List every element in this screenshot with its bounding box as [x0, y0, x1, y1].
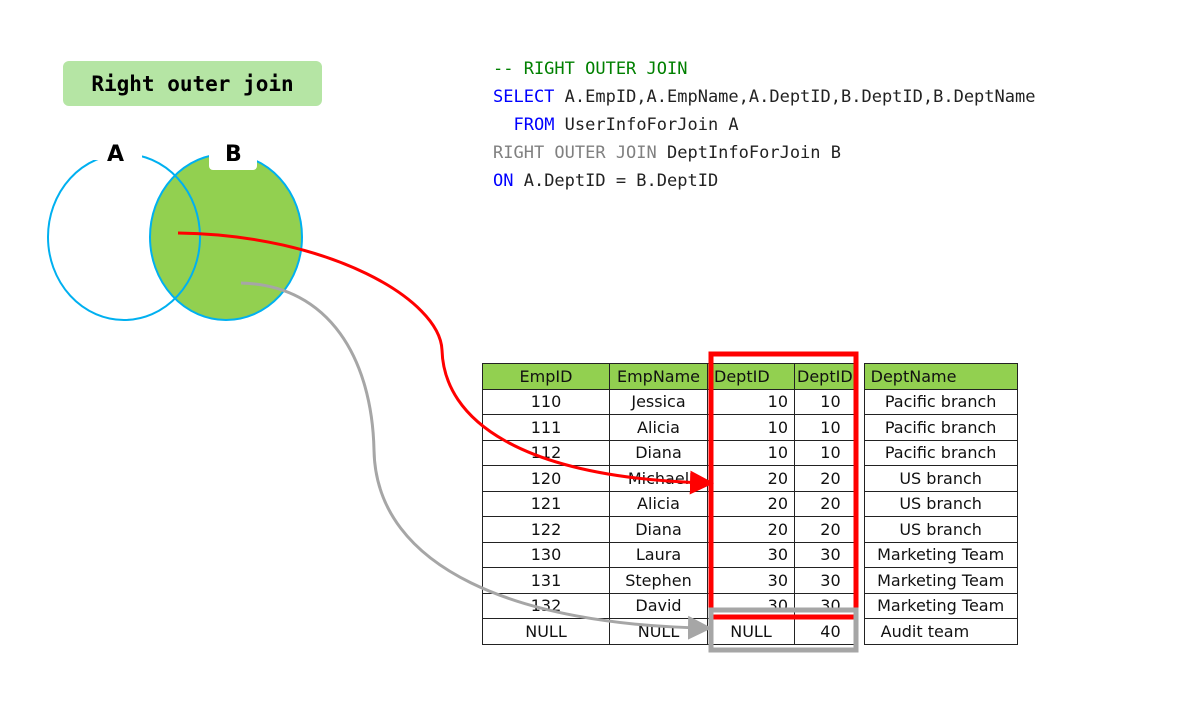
null-arrow [240, 281, 712, 640]
matched-rows-box [708, 351, 859, 620]
match-arrow [177, 231, 714, 495]
annotation-overlay [177, 231, 859, 653]
